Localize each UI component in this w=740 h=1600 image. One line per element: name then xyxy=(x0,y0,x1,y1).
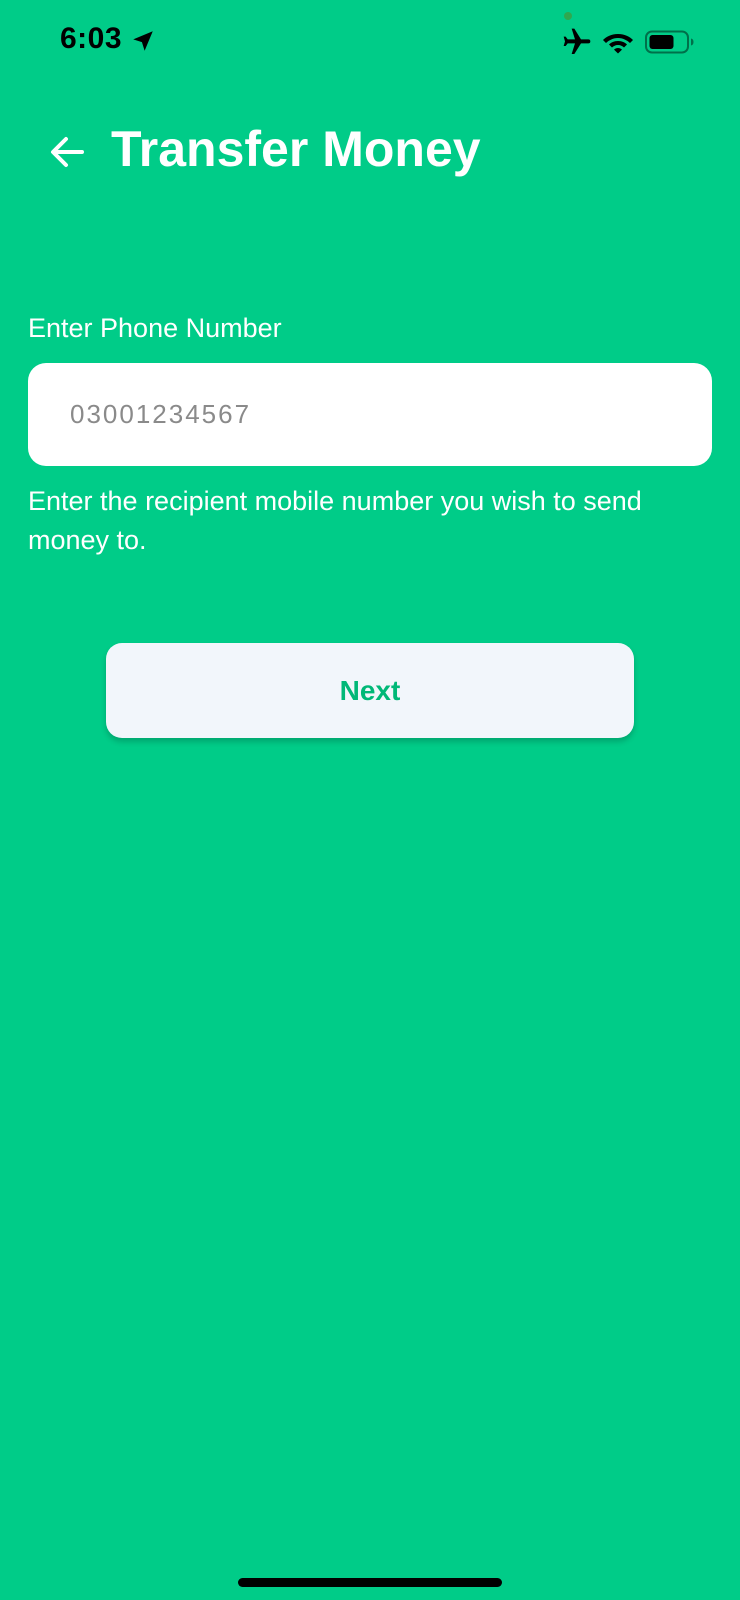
status-time: 6:03 xyxy=(60,22,123,55)
page-title: Transfer Money xyxy=(111,121,481,177)
airplane-icon xyxy=(563,28,591,54)
privacy-indicator-dot xyxy=(564,12,572,20)
next-button[interactable]: Next xyxy=(106,643,634,738)
phone-help-text: Enter the recipient mobile number you wi… xyxy=(28,486,642,555)
battery-icon xyxy=(645,30,694,54)
home-indicator[interactable] xyxy=(238,1578,502,1587)
status-bar: 6:03 xyxy=(0,0,740,90)
back-arrow-icon[interactable] xyxy=(44,128,92,176)
location-arrow-icon xyxy=(133,31,153,51)
phone-number-input[interactable] xyxy=(28,363,712,466)
wifi-icon xyxy=(603,34,633,54)
phone-number-label: Enter Phone Number xyxy=(28,313,282,343)
